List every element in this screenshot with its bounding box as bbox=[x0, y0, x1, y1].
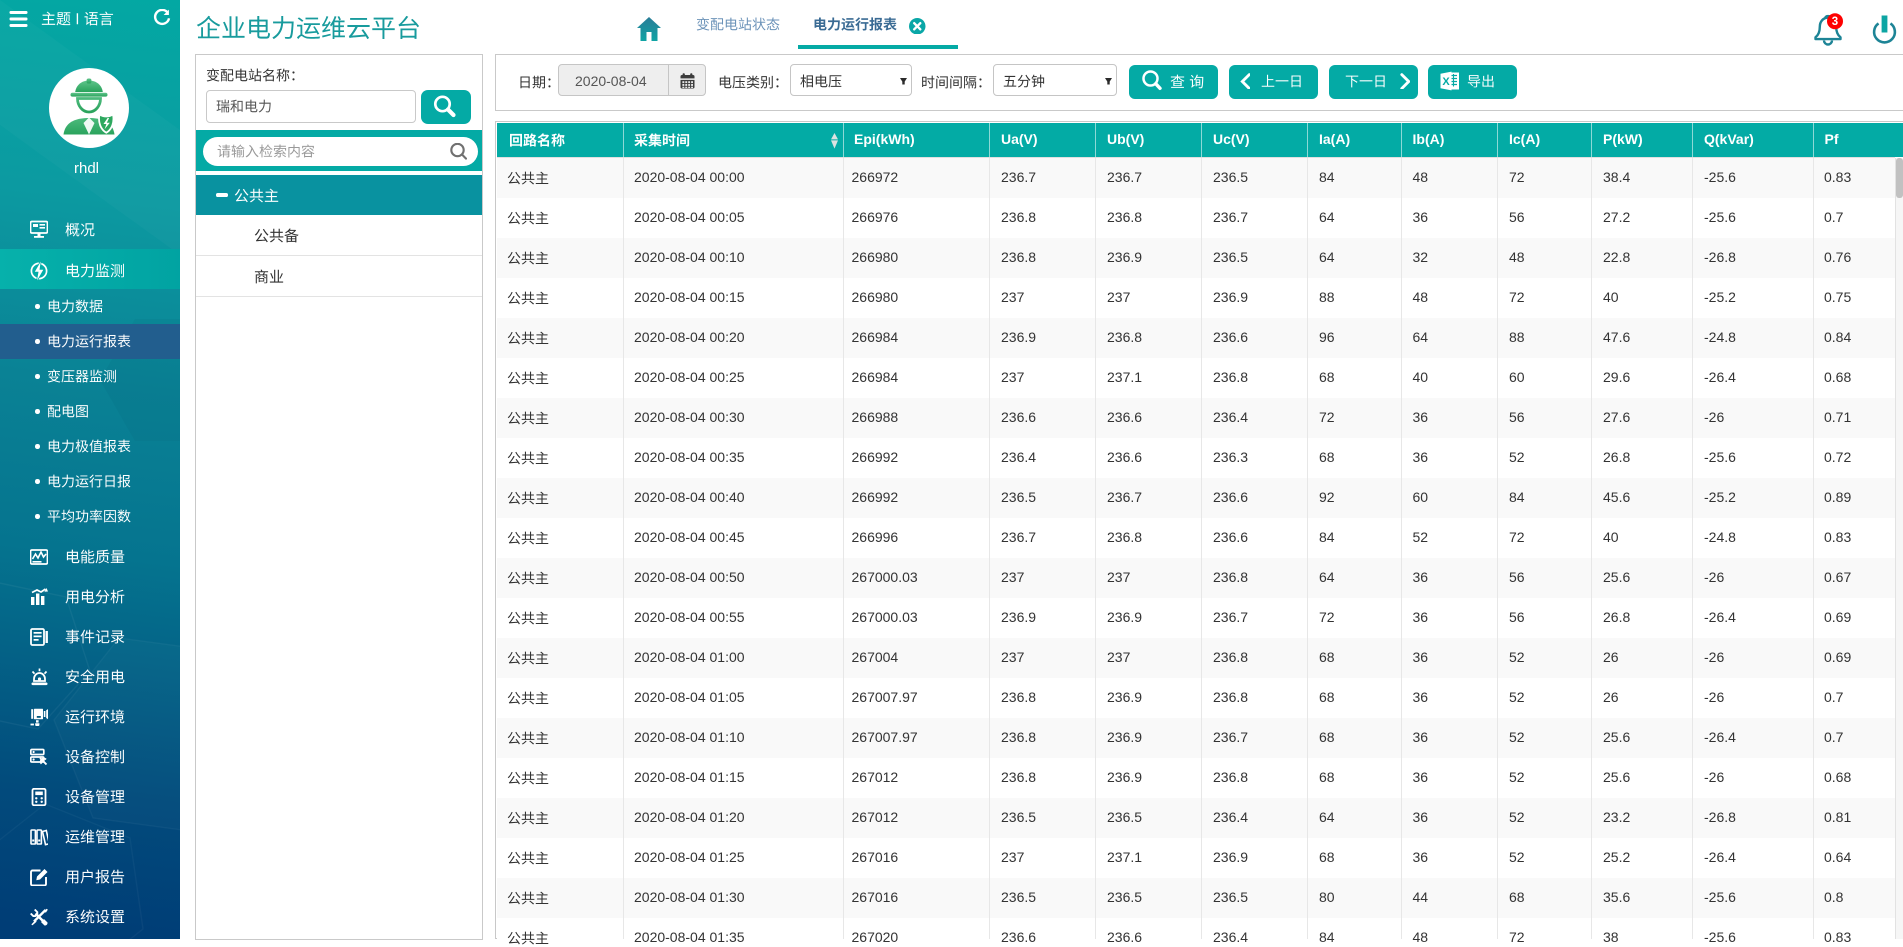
svg-text:3: 3 bbox=[1832, 16, 1838, 28]
svg-text:X: X bbox=[1442, 76, 1450, 88]
